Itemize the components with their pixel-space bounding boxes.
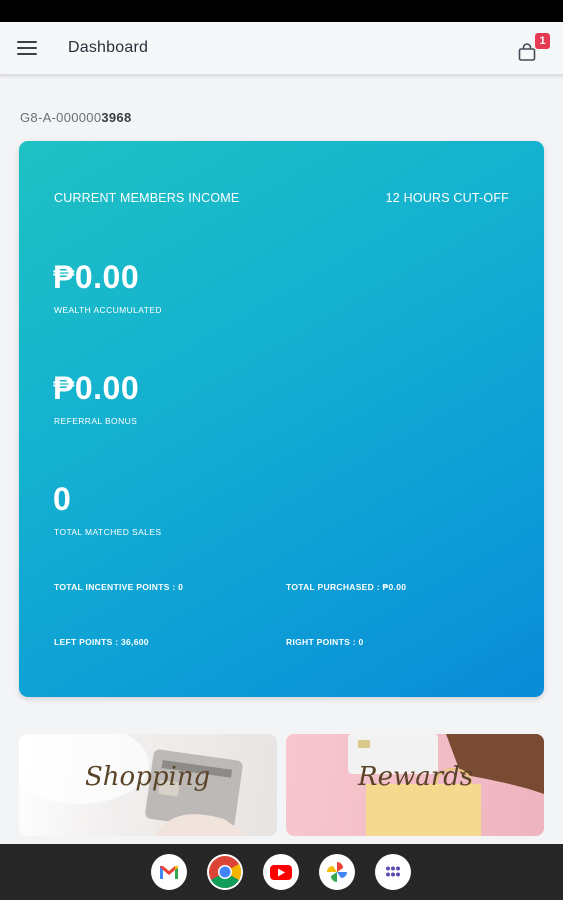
member-id-prefix: G8-A-000000 — [20, 110, 102, 125]
referral-label: REFERRAL BONUS — [54, 416, 138, 426]
shopping-bag-icon[interactable] — [517, 42, 537, 62]
matched-sales-value: 0 — [53, 481, 72, 517]
cart-count-badge: 1 — [535, 33, 550, 49]
youtube-icon[interactable] — [263, 854, 299, 890]
android-dock — [0, 844, 563, 900]
left-points: LEFT POINTS : 36,600 — [54, 637, 149, 647]
member-id: G8-A-0000003968 — [20, 110, 131, 125]
rewards-banner[interactable]: Rewards — [286, 734, 544, 836]
total-purchased: TOTAL PURCHASED : ₱0.00 — [286, 582, 407, 592]
referral-value: ₱0.00 — [53, 370, 140, 406]
rewards-label: Rewards — [358, 762, 474, 792]
right-points: RIGHT POINTS : 0 — [286, 637, 364, 647]
menu-icon[interactable] — [17, 41, 37, 57]
shopping-label: Shopping — [85, 762, 211, 792]
card-header-cutoff: 12 HOURS CUT-OFF — [385, 191, 509, 205]
app-bar: Dashboard 1 — [0, 22, 563, 76]
system-status-bar — [0, 0, 563, 22]
chrome-icon[interactable] — [207, 854, 243, 890]
matched-sales-label: TOTAL MATCHED SALES — [54, 527, 162, 537]
wealth-label: WEALTH ACCUMULATED — [54, 305, 162, 315]
incentive-points: TOTAL INCENTIVE POINTS : 0 — [54, 582, 184, 592]
photos-icon[interactable] — [319, 854, 355, 890]
app-drawer-icon[interactable] — [375, 854, 411, 890]
page-title: Dashboard — [68, 39, 149, 56]
member-id-suffix: 3968 — [101, 110, 132, 125]
income-card: CURRENT MEMBERS INCOME 12 HOURS CUT-OFF … — [19, 141, 544, 697]
gmail-icon[interactable] — [151, 854, 187, 890]
wealth-value: ₱0.00 — [53, 259, 140, 295]
shopping-banner[interactable]: Shopping — [19, 734, 277, 836]
card-header-title: CURRENT MEMBERS INCOME — [54, 191, 240, 205]
